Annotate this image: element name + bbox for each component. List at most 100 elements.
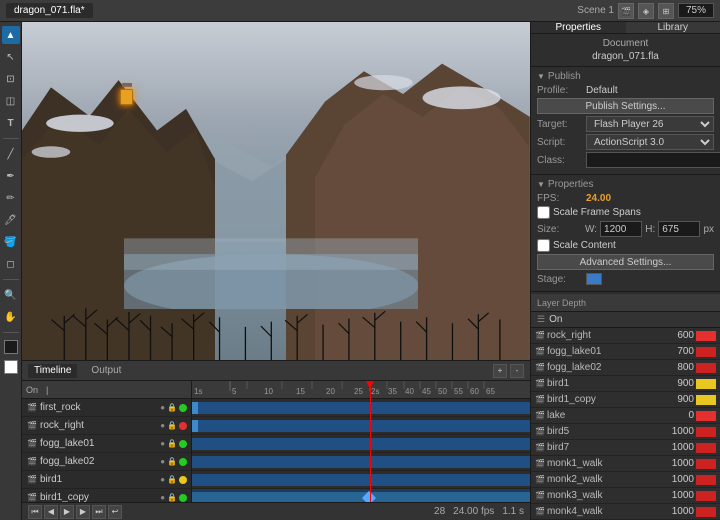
depth-layer-icon: 🎬	[535, 491, 545, 500]
frame-display: 28	[434, 506, 445, 517]
track-area	[192, 399, 530, 502]
width-input[interactable]	[600, 221, 642, 237]
track-row	[192, 399, 530, 417]
depth-color-bar	[696, 443, 716, 453]
depth-layer-number: 800	[659, 362, 694, 373]
scale-frame-checkbox[interactable]	[537, 206, 550, 219]
class-input[interactable]	[586, 152, 720, 168]
trees-silhouette	[47, 286, 504, 360]
depth-layer-number: 1000	[659, 426, 694, 437]
select-tool[interactable]: ▲	[2, 26, 20, 44]
library-tab[interactable]: Library	[626, 22, 720, 33]
playhead-marker	[366, 381, 374, 389]
playhead[interactable]	[370, 381, 371, 502]
eraser-tool[interactable]: ◻	[2, 255, 20, 273]
depth-row[interactable]: 🎬bird1_copy900	[531, 392, 720, 408]
stage-area[interactable]	[22, 22, 530, 360]
stage-color-swatch[interactable]	[586, 273, 602, 285]
advanced-settings-btn[interactable]: Advanced Settings...	[537, 254, 714, 270]
depth-row[interactable]: 🎬bird71000	[531, 440, 720, 456]
stage-background	[22, 22, 530, 360]
brush-tool[interactable]: 🖊	[2, 211, 20, 229]
timeline-tab[interactable]: Timeline	[28, 364, 77, 378]
fill-color[interactable]	[4, 360, 18, 374]
script-label: Script:	[537, 137, 582, 148]
layer-row[interactable]: 🎬 bird1 ● 🔒	[22, 471, 191, 489]
pen-tool[interactable]: ✒	[2, 167, 20, 185]
depth-layer-icon: 🎬	[535, 475, 545, 484]
target-row: Target: Flash Player 26	[537, 116, 714, 132]
depth-row[interactable]: 🎬monk2_walk1000	[531, 472, 720, 488]
depth-layer-name: monk1_walk	[547, 458, 657, 469]
depth-row[interactable]: 🎬fogg_lake02800	[531, 360, 720, 376]
layer-row[interactable]: 🎬 bird1_copy ● 🔒	[22, 489, 191, 502]
pencil-tool[interactable]: ✏	[2, 189, 20, 207]
subselect-tool[interactable]: ↖	[2, 48, 20, 66]
new-layer-btn[interactable]: +	[493, 364, 507, 378]
text-tool[interactable]: T	[2, 114, 20, 132]
depth-row[interactable]: 🎬bird51000	[531, 424, 720, 440]
script-dropdown[interactable]: ActionScript 3.0	[586, 134, 714, 150]
depth-layer-number: 1000	[659, 442, 694, 453]
gradient-tool[interactable]: ◫	[2, 92, 20, 110]
height-input[interactable]	[658, 221, 700, 237]
track-fill	[192, 474, 530, 486]
camera-icon: 🎬	[618, 3, 634, 19]
svg-text:1s: 1s	[194, 387, 202, 396]
line-tool[interactable]: ╱	[2, 145, 20, 163]
app-container: dragon_071.fla* Scene 1 🎬 ◈ ⊞ 75% ▲ ↖ ⊡ …	[0, 0, 720, 520]
profile-row: Profile: Default	[537, 85, 714, 96]
scale-content-row: Scale Content	[537, 239, 714, 252]
panel-tabs: Properties Library	[531, 22, 720, 34]
depth-row[interactable]: 🎬lake0	[531, 408, 720, 424]
timeline-tracks[interactable]: 1s 5 10 15 20 25	[192, 381, 530, 502]
depth-row[interactable]: 🎬monk3_walk1000	[531, 488, 720, 504]
size-row: Size: W: H: px	[537, 221, 714, 237]
color-dot	[179, 422, 187, 430]
depth-row[interactable]: 🎬monk4_walk1000	[531, 504, 720, 520]
stroke-color[interactable]	[4, 340, 18, 354]
track-fill	[192, 420, 530, 432]
depth-layer-icon: 🎬	[535, 363, 545, 372]
hand-tool[interactable]: ✋	[2, 308, 20, 326]
layer-controls: ● 🔒	[160, 403, 187, 412]
depth-layer-name: bird1	[547, 378, 657, 389]
layer-row[interactable]: 🎬 first_rock ● 🔒	[22, 399, 191, 417]
last-frame-btn[interactable]: ⏭	[92, 505, 106, 519]
play-btn[interactable]: ▶	[60, 505, 74, 519]
layer-row[interactable]: 🎬 fogg_lake02 ● 🔒	[22, 453, 191, 471]
depth-row[interactable]: 🎬fogg_lake01700	[531, 344, 720, 360]
file-tab[interactable]: dragon_071.fla*	[6, 3, 93, 18]
first-frame-btn[interactable]: ⏮	[28, 505, 42, 519]
layer-row[interactable]: 🎬 fogg_lake01 ● 🔒	[22, 435, 191, 453]
properties-subsection: Properties FPS: 24.00 Scale Frame Spans …	[531, 175, 720, 292]
properties-tab[interactable]: Properties	[531, 22, 626, 33]
next-frame-btn[interactable]: ▶	[76, 505, 90, 519]
track-fill	[192, 402, 530, 414]
loop-btn[interactable]: ↩	[108, 505, 122, 519]
layer-row[interactable]: 🎬 rock_right ● 🔒	[22, 417, 191, 435]
depth-row[interactable]: 🎬monk1_walk1000	[531, 456, 720, 472]
publish-settings-btn[interactable]: Publish Settings...	[537, 98, 714, 114]
depth-row[interactable]: 🎬bird1900	[531, 376, 720, 392]
paint-bucket-tool[interactable]: 🪣	[2, 233, 20, 251]
layer-depth-section: Layer Depth ☰ On 🎬rock_right600🎬fogg_lak…	[531, 292, 720, 520]
prev-frame-btn[interactable]: ◀	[44, 505, 58, 519]
depth-layer-number: 1000	[659, 490, 694, 501]
output-tab[interactable]: Output	[85, 364, 127, 377]
scale-content-checkbox[interactable]	[537, 239, 550, 252]
zoom-tool[interactable]: 🔍	[2, 286, 20, 304]
layer-rows: 🎬 first_rock ● 🔒 🎬 rock_right	[22, 399, 191, 502]
free-transform-tool[interactable]: ⊡	[2, 70, 20, 88]
layer-name: bird1	[40, 474, 158, 485]
zoom-display[interactable]: 75%	[678, 3, 714, 18]
target-dropdown[interactable]: Flash Player 26	[586, 116, 714, 132]
depth-color-bar	[696, 491, 716, 501]
class-row: Class:	[537, 152, 714, 168]
depth-row[interactable]: 🎬rock_right600	[531, 328, 720, 344]
timeline-header: Timeline Output + -	[22, 361, 530, 381]
delete-layer-btn[interactable]: -	[510, 364, 524, 378]
depth-color-bar	[696, 427, 716, 437]
on-toggle-row: ☰ On	[531, 312, 720, 328]
left-toolbar: ▲ ↖ ⊡ ◫ T ╱ ✒ ✏ 🖊 🪣 ◻ 🔍 ✋	[0, 22, 22, 520]
